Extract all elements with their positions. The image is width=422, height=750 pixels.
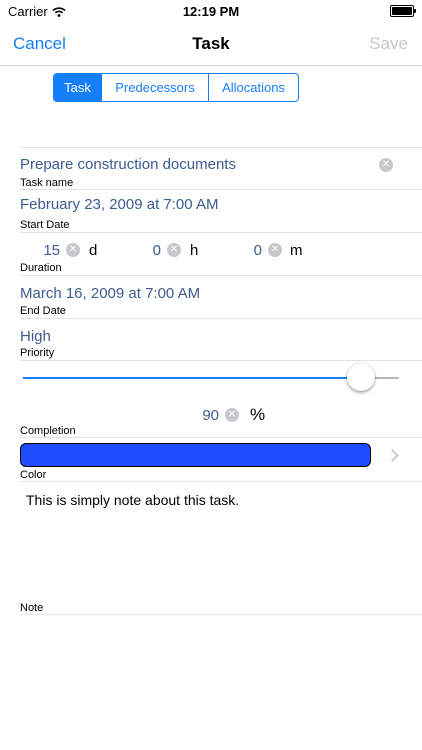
status-bar: Carrier 12:19 PM (0, 0, 422, 22)
chevron-right-icon[interactable] (386, 449, 399, 462)
priority-label: Priority (20, 347, 55, 359)
completion-label: Completion (20, 425, 76, 437)
duration-hours-input[interactable]: 0 (137, 242, 161, 259)
slider-thumb[interactable] (347, 363, 376, 391)
divider (20, 189, 422, 190)
task-name-label: Task name (20, 177, 74, 189)
duration-days-input[interactable]: 15 (36, 242, 60, 259)
tab-predecessors[interactable]: Predecessors (101, 74, 208, 101)
completion-input[interactable]: 90 (195, 407, 219, 424)
divider (20, 614, 422, 615)
clear-icon[interactable]: ✕ (167, 243, 181, 257)
segmented-control: Task Predecessors Allocations (53, 73, 299, 102)
clear-icon[interactable]: ✕ (225, 408, 239, 422)
divider (20, 147, 422, 148)
completion-slider[interactable] (23, 377, 399, 379)
end-date-label: End Date (20, 305, 66, 317)
divider (20, 232, 422, 233)
save-button[interactable]: Save (369, 34, 408, 54)
start-date-field[interactable]: February 23, 2009 at 7:00 AM (20, 196, 400, 213)
completion-unit: % (250, 405, 266, 424)
slider-fill (23, 377, 362, 379)
duration-minutes-unit: m (290, 242, 303, 259)
cancel-button[interactable]: Cancel (13, 34, 66, 54)
divider (20, 275, 422, 276)
clear-icon[interactable]: ✕ (66, 243, 80, 257)
end-date-field[interactable]: March 16, 2009 at 7:00 AM (20, 285, 400, 302)
note-textarea[interactable]: This is simply note about this task. (26, 492, 396, 508)
divider (20, 360, 422, 361)
start-date-label: Start Date (20, 219, 70, 231)
divider (20, 481, 422, 482)
tab-allocations[interactable]: Allocations (208, 74, 298, 101)
status-time: 12:19 PM (182, 4, 240, 19)
navigation-bar: Cancel Task Save (0, 22, 422, 66)
divider (20, 437, 422, 438)
duration-days-unit: d (89, 242, 98, 259)
note-label: Note (20, 602, 44, 614)
priority-field[interactable]: High (20, 328, 400, 345)
clear-icon[interactable]: ✕ (268, 243, 282, 257)
battery-icon (390, 5, 416, 17)
divider (20, 318, 422, 319)
clear-icon[interactable]: ✕ (379, 158, 393, 172)
duration-hours-unit: h (190, 242, 199, 259)
duration-minutes-input[interactable]: 0 (238, 242, 262, 259)
color-swatch[interactable] (20, 443, 371, 467)
task-name-input[interactable]: Prepare construction documents (20, 156, 400, 173)
color-label: Color (20, 469, 47, 481)
duration-label: Duration (20, 262, 62, 274)
tab-task[interactable]: Task (54, 74, 101, 101)
